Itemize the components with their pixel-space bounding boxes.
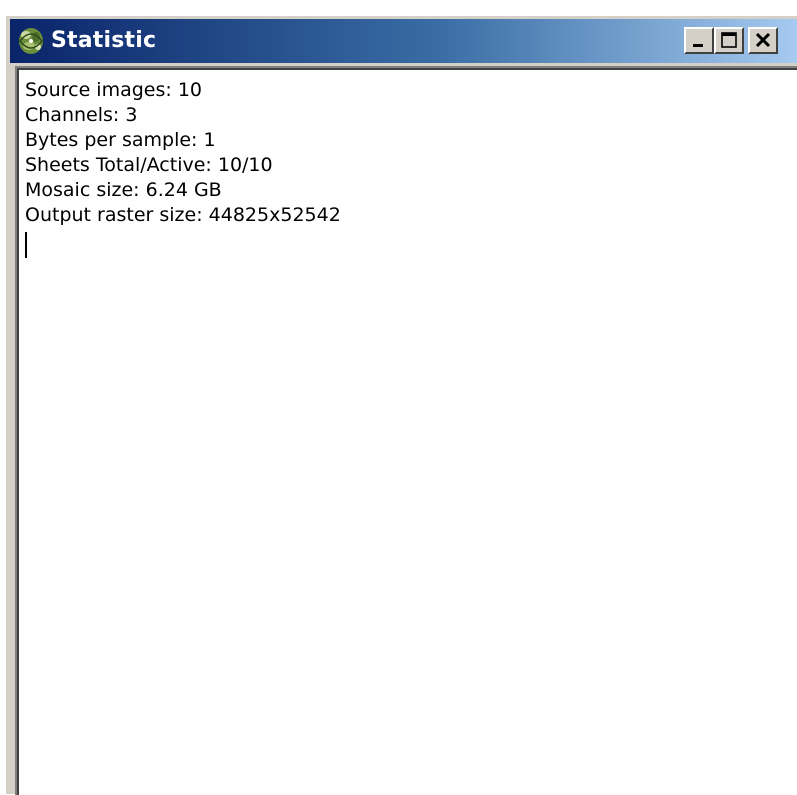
minimize-icon <box>693 44 703 47</box>
stat-line-source-images: Source images: 10 <box>25 79 202 101</box>
title-bar[interactable]: Statistic <box>10 19 797 63</box>
statistics-list: Source images: 10 Channels: 3 Bytes per … <box>25 78 341 228</box>
statistics-text-area[interactable]: Source images: 10 Channels: 3 Bytes per … <box>15 66 797 795</box>
statistic-window: Statistic Source images: 10 Channels: 3 … <box>6 16 797 795</box>
close-icon <box>755 32 771 48</box>
stat-line-channels: Channels: 3 <box>25 104 138 126</box>
app-logo-icon[interactable] <box>16 25 46 57</box>
minimize-button[interactable] <box>684 27 714 54</box>
window-title: Statistic <box>51 28 157 53</box>
stat-line-output-raster-size: Output raster size: 44825x52542 <box>25 204 341 226</box>
stat-line-sheets: Sheets Total/Active: 10/10 <box>25 154 273 176</box>
stat-line-mosaic-size: Mosaic size: 6.24 GB <box>25 179 222 201</box>
maximize-icon <box>721 32 737 48</box>
close-button[interactable] <box>748 27 778 54</box>
text-area-frame: Source images: 10 Channels: 3 Bytes per … <box>17 68 797 795</box>
text-caret <box>25 232 27 258</box>
stat-line-bytes-per-sample: Bytes per sample: 1 <box>25 129 216 151</box>
maximize-button[interactable] <box>714 27 744 54</box>
